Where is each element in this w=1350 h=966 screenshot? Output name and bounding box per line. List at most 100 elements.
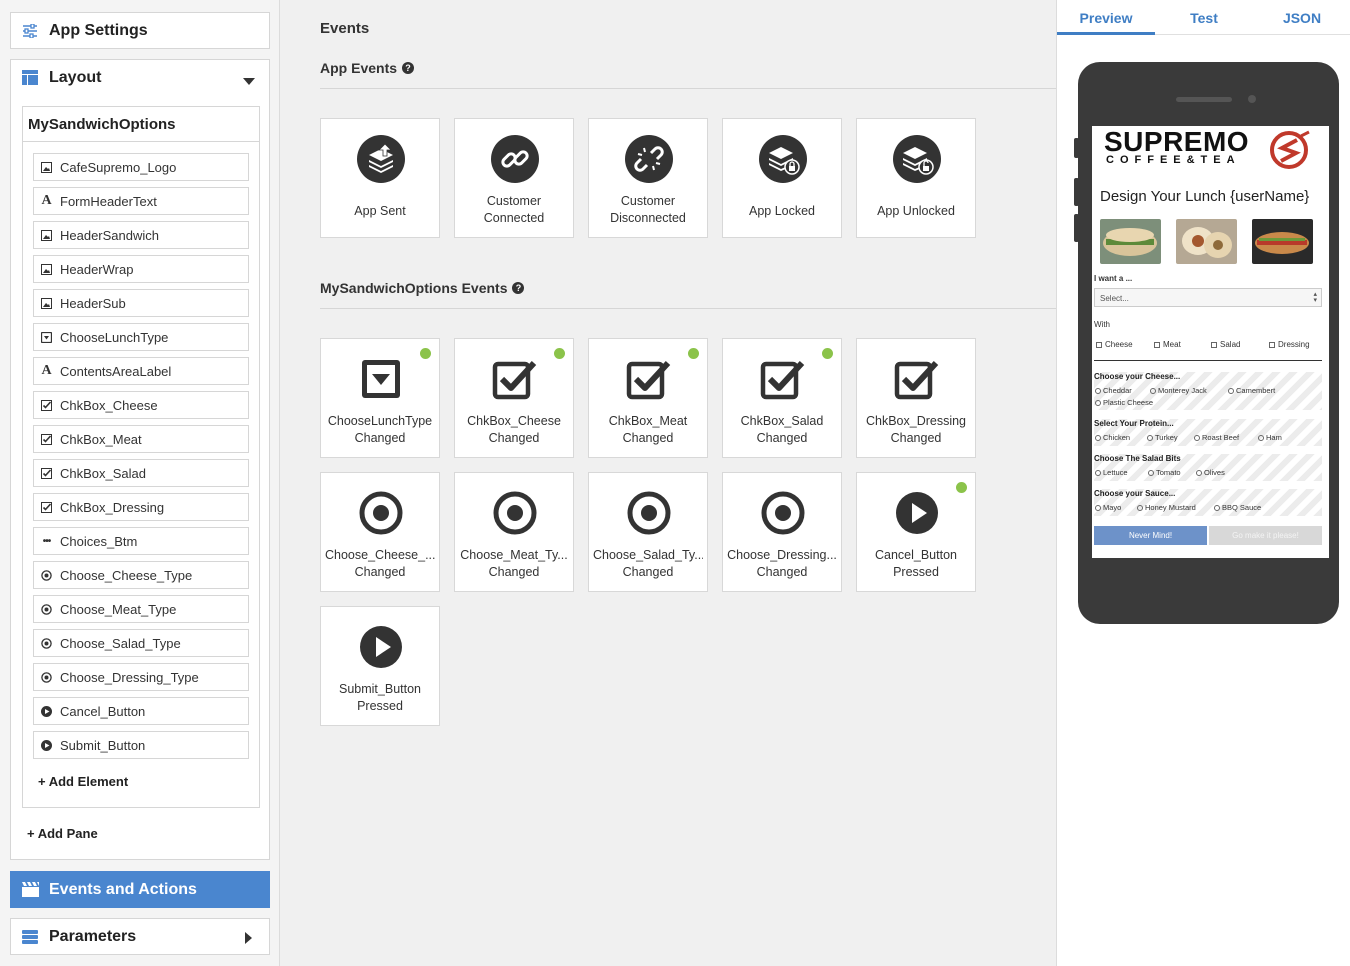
layout-header[interactable]: Layout xyxy=(10,59,270,96)
event-card[interactable]: App Locked xyxy=(722,118,842,238)
divider xyxy=(320,88,1056,89)
protein-group: Select Your Protein... Chicken Turkey Ro… xyxy=(1094,419,1322,446)
event-card[interactable]: Choose_Cheese_... Changed xyxy=(320,472,440,592)
layout-element-item[interactable]: Choose_Salad_Type xyxy=(33,629,249,657)
layout-element-label: FormHeaderText xyxy=(60,193,157,209)
event-card-label: Submit_Button Pressed xyxy=(339,682,421,713)
events-actions-header[interactable]: Events and Actions xyxy=(10,871,270,908)
layout-element-item[interactable]: Choose_Cheese_Type xyxy=(33,561,249,589)
cheese-checkbox[interactable]: Cheese xyxy=(1096,340,1133,349)
event-card-label: ChkBox_Meat Changed xyxy=(608,414,688,445)
layout-panel: MySandwichOptions CafeSupremo_Logo A FormH… xyxy=(10,95,270,860)
radio-icon xyxy=(356,488,406,538)
app-events-title: App Events xyxy=(320,60,398,76)
app-sent-icon xyxy=(356,134,406,184)
layout-element-item[interactable]: ••• Choices_Btm xyxy=(33,527,249,555)
image-icon xyxy=(41,161,52,173)
protein-option[interactable]: Roast Beef xyxy=(1194,433,1239,442)
radio-icon xyxy=(41,671,52,683)
add-element-link[interactable]: + Add Element xyxy=(38,774,128,789)
pane-title[interactable]: MySandwichOptions xyxy=(23,107,259,142)
app-locked-icon xyxy=(758,134,808,184)
event-card[interactable]: Customer Connected xyxy=(454,118,574,238)
event-card[interactable]: ChooseLunchType Changed xyxy=(320,338,440,458)
protein-option[interactable]: Ham xyxy=(1258,433,1282,442)
tab-json[interactable]: JSON xyxy=(1253,0,1350,35)
event-card[interactable]: ChkBox_Salad Changed xyxy=(722,338,842,458)
event-card[interactable]: Choose_Meat_Ty... Changed xyxy=(454,472,574,592)
layout-element-label: ContentsAreaLabel xyxy=(60,363,172,379)
event-card[interactable]: App Unlocked xyxy=(856,118,976,238)
play-icon xyxy=(356,622,406,672)
lunch-type-select[interactable]: Select... ▴ ▾ xyxy=(1094,288,1322,307)
event-card[interactable]: Cancel_Button Pressed xyxy=(856,472,976,592)
event-card[interactable]: Choose_Dressing... Changed xyxy=(722,472,842,592)
layout-element-item[interactable]: Cancel_Button xyxy=(33,697,249,725)
salad-checkbox[interactable]: Salad xyxy=(1211,340,1240,349)
layout-element-item[interactable]: Submit_Button xyxy=(33,731,249,759)
phone-side-button xyxy=(1074,178,1079,206)
layout-element-label: HeaderWrap xyxy=(60,261,134,277)
sauce-option[interactable]: Mayo xyxy=(1095,503,1121,512)
cheese-option[interactable]: Plastic Cheese xyxy=(1095,398,1153,407)
tab-test[interactable]: Test xyxy=(1155,0,1253,35)
cheese-option[interactable]: Camembert xyxy=(1228,386,1275,395)
event-card[interactable]: Customer Disconnected xyxy=(588,118,708,238)
page-title: Events xyxy=(320,20,370,37)
add-pane-link[interactable]: + Add Pane xyxy=(27,826,98,841)
app-settings-header[interactable]: App Settings xyxy=(10,12,270,49)
layout-element-item[interactable]: Choose_Dressing_Type xyxy=(33,663,249,691)
event-card[interactable]: ChkBox_Cheese Changed xyxy=(454,338,574,458)
layout-element-item[interactable]: ChkBox_Meat xyxy=(33,425,249,453)
select-arrows-icon: ▴ ▾ xyxy=(1313,291,1317,304)
event-card[interactable]: Submit_Button Pressed xyxy=(320,606,440,726)
never-mind-button[interactable]: Never Mind! xyxy=(1094,526,1207,545)
salad-group: Choose The Salad Bits Lettuce Tomato Oli… xyxy=(1094,454,1322,481)
layout-element-item[interactable]: Choose_Meat_Type xyxy=(33,595,249,623)
event-card[interactable]: Choose_Salad_Ty... Changed xyxy=(588,472,708,592)
group-title: Select Your Protein... xyxy=(1094,419,1174,428)
protein-option[interactable]: Chicken xyxy=(1095,433,1130,442)
checkbox-row: Cheese Meat Salad Dressing xyxy=(1094,340,1322,354)
layout-element-label: Submit_Button xyxy=(60,737,146,753)
protein-option[interactable]: Turkey xyxy=(1147,433,1178,442)
event-card[interactable]: App Sent xyxy=(320,118,440,238)
sauce-option[interactable]: Honey Mustard xyxy=(1137,503,1196,512)
layout-element-item[interactable]: HeaderWrap xyxy=(33,255,249,283)
dressing-checkbox[interactable]: Dressing xyxy=(1269,340,1310,349)
salad-option[interactable]: Lettuce xyxy=(1095,468,1128,477)
layout-element-label: CafeSupremo_Logo xyxy=(60,159,177,175)
event-card-label: ChooseLunchType Changed xyxy=(327,414,433,445)
layout-element-item[interactable]: CafeSupremo_Logo xyxy=(33,153,249,181)
cheese-option[interactable]: Monterey Jack xyxy=(1150,386,1207,395)
layout-element-item[interactable]: A ContentsAreaLabel xyxy=(33,357,249,385)
help-icon[interactable]: ? xyxy=(512,282,525,294)
active-indicator-dot xyxy=(554,348,565,359)
phone-camera xyxy=(1248,95,1256,103)
event-card[interactable]: ChkBox_Meat Changed xyxy=(588,338,708,458)
meat-checkbox[interactable]: Meat xyxy=(1154,340,1181,349)
layout-element-item[interactable]: ChkBox_Dressing xyxy=(33,493,249,521)
cheese-option[interactable]: Cheddar xyxy=(1095,386,1132,395)
clapper-icon xyxy=(21,881,39,899)
preview-tabs: Preview Test JSON xyxy=(1057,0,1350,35)
phone-speaker xyxy=(1176,97,1232,102)
sauce-option[interactable]: BBQ Sauce xyxy=(1214,503,1261,512)
layout-element-item[interactable]: ChooseLunchType xyxy=(33,323,249,351)
submit-button[interactable]: Go make it please! xyxy=(1209,526,1322,545)
layout-element-item[interactable]: A FormHeaderText xyxy=(33,187,249,215)
parameters-header[interactable]: Parameters xyxy=(10,918,270,955)
salad-option[interactable]: Olives xyxy=(1196,468,1225,477)
layout-element-label: Choose_Meat_Type xyxy=(60,601,177,617)
radio-icon xyxy=(624,488,674,538)
layout-element-label: Choose_Salad_Type xyxy=(60,635,181,651)
layout-element-item[interactable]: ChkBox_Cheese xyxy=(33,391,249,419)
help-icon[interactable]: ? xyxy=(402,62,415,74)
event-card[interactable]: ChkBox_Dressing Changed xyxy=(856,338,976,458)
salad-option[interactable]: Tomato xyxy=(1148,468,1181,477)
checkbox-icon xyxy=(624,354,674,404)
layout-element-item[interactable]: ChkBox_Salad xyxy=(33,459,249,487)
tab-preview[interactable]: Preview xyxy=(1057,0,1155,35)
layout-element-item[interactable]: HeaderSub xyxy=(33,289,249,317)
layout-element-item[interactable]: HeaderSandwich xyxy=(33,221,249,249)
